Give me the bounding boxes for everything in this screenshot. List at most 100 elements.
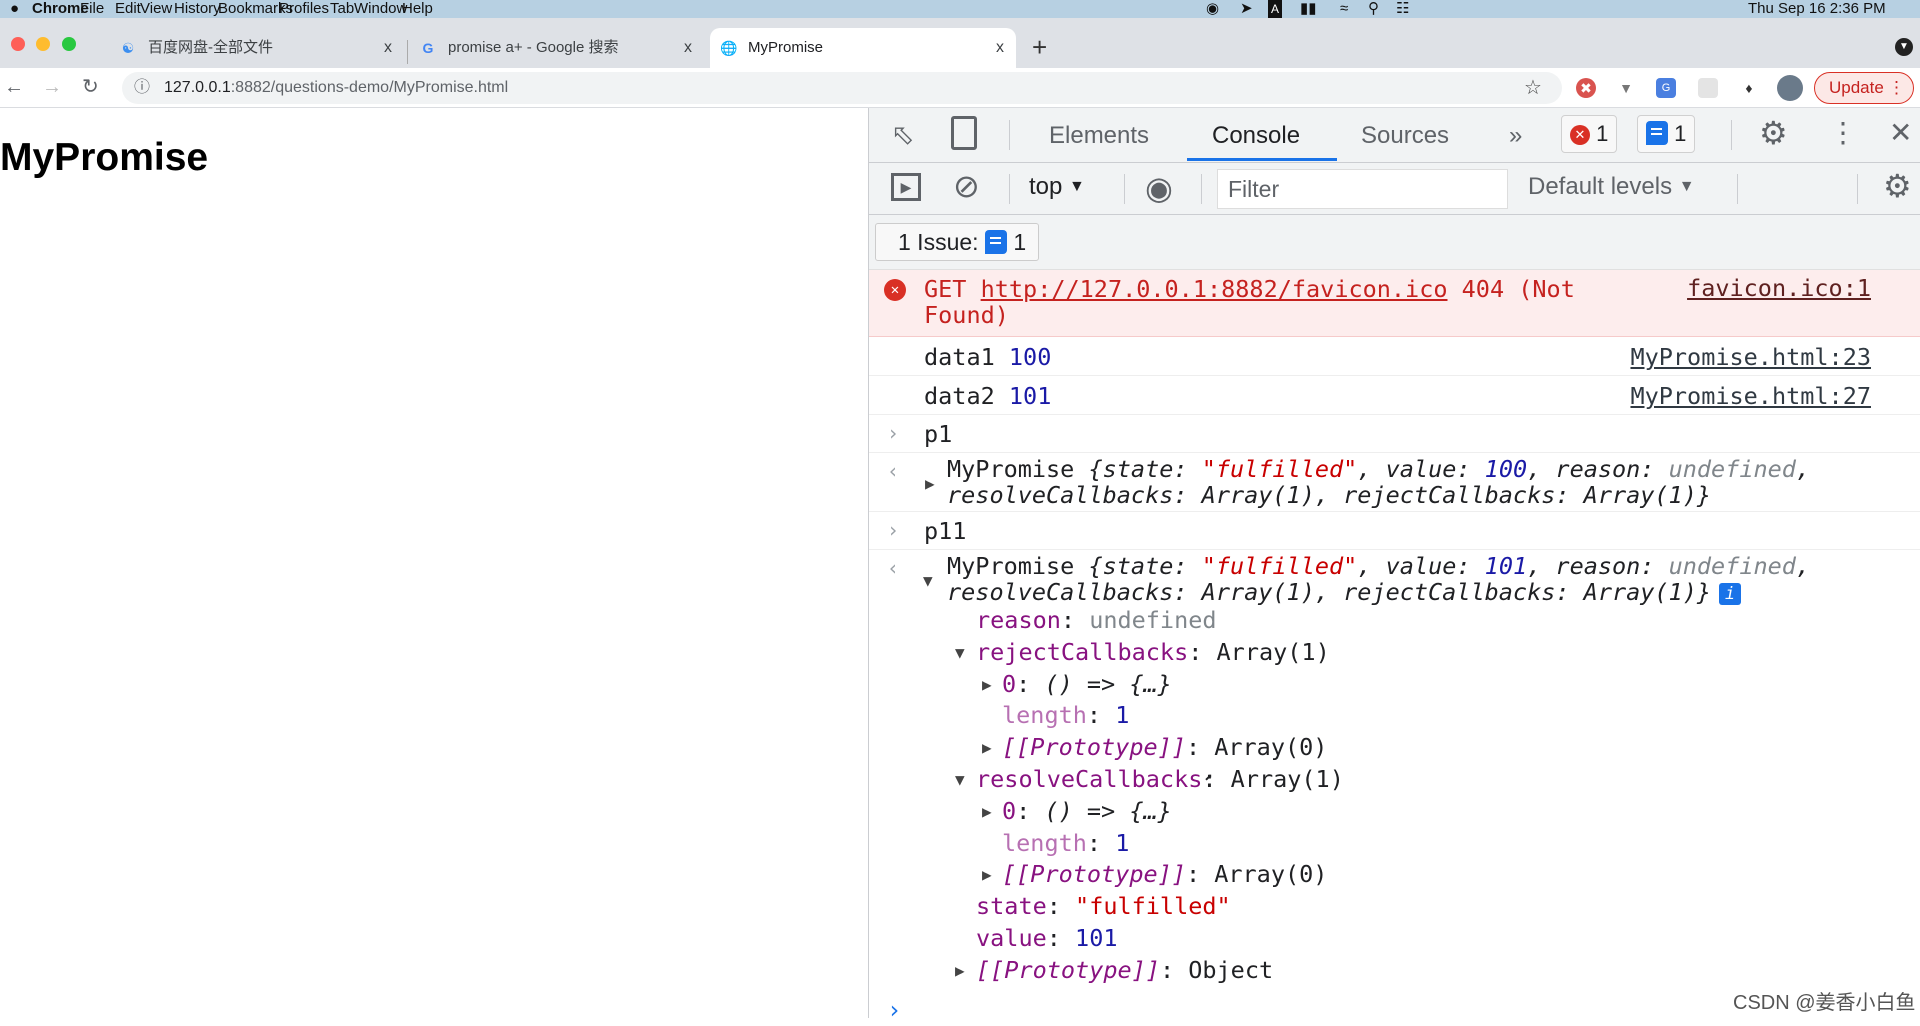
- battery-icon[interactable]: ▮▮: [1300, 0, 1317, 18]
- menu-history[interactable]: History: [174, 0, 221, 18]
- collapse-triangle-icon[interactable]: ▼: [923, 568, 933, 594]
- error-count-badge[interactable]: ✕ 1: [1561, 115, 1618, 153]
- extension-vue-icon[interactable]: ▼: [1616, 78, 1636, 98]
- more-menu-icon[interactable]: ⋮: [1888, 73, 1905, 103]
- collapse-triangle-icon[interactable]: ▼: [955, 764, 965, 796]
- expand-triangle-icon[interactable]: ▶: [982, 859, 992, 891]
- tab-console[interactable]: Console: [1212, 122, 1300, 150]
- apple-icon[interactable]: ●: [10, 0, 19, 18]
- input-chevron-icon: ›: [887, 518, 900, 542]
- expand-triangle-icon[interactable]: ▶: [955, 955, 965, 987]
- extension-translate-icon[interactable]: G: [1656, 78, 1676, 98]
- tree-row-state: state: "fulfilled": [976, 892, 1231, 921]
- tree-row-rejectCallbacks[interactable]: ▼ rejectCallbacks: Array(1): [869, 637, 1920, 669]
- menubar-clock[interactable]: Thu Sep 16 2:36 PM: [1748, 0, 1886, 18]
- tree-row-resolveCallbacks[interactable]: ▼ resolveCallbacks: ⬈ Array(1): [869, 764, 1920, 796]
- sidebar-toggle-icon[interactable]: ▶: [891, 173, 921, 201]
- extensions-puzzle-icon[interactable]: ♦: [1739, 78, 1759, 98]
- error-url-link[interactable]: http://127.0.0.1:8882/favicon.ico: [981, 275, 1448, 303]
- menu-file[interactable]: File: [80, 0, 104, 18]
- collapse-triangle-icon[interactable]: ▼: [955, 637, 965, 669]
- tab-elements[interactable]: Elements: [1049, 122, 1149, 150]
- filter-input[interactable]: Filter: [1217, 169, 1508, 209]
- back-button[interactable]: ←: [4, 74, 24, 100]
- prop-key: [[Prototype]]: [1002, 733, 1186, 762]
- more-options-icon[interactable]: ⋮: [1829, 116, 1857, 149]
- input-method-icon[interactable]: A: [1268, 0, 1283, 18]
- expand-triangle-icon[interactable]: ▶: [982, 669, 992, 701]
- close-tab-button[interactable]: x: [996, 28, 1004, 68]
- spotlight-icon[interactable]: ⚲: [1368, 0, 1379, 18]
- issues-button[interactable]: 1 Issue: 1: [875, 223, 1040, 261]
- settings-gear-icon[interactable]: ⚙: [1759, 114, 1788, 152]
- menu-edit[interactable]: Edit: [115, 0, 141, 18]
- message-icon: [984, 230, 1007, 254]
- divider: [1201, 174, 1202, 204]
- error-source-link[interactable]: favicon.ico:1: [1687, 275, 1871, 301]
- close-tab-button[interactable]: x: [384, 28, 392, 68]
- console-result-row-expanded[interactable]: ‹ ▼ MyPromise {state: "fulfilled", value…: [869, 550, 1920, 605]
- message-icon: [1646, 121, 1668, 145]
- menu-view[interactable]: View: [140, 0, 172, 18]
- close-window-button[interactable]: [11, 37, 25, 51]
- menu-profiles[interactable]: Profiles: [279, 0, 329, 18]
- new-tab-button[interactable]: +: [1032, 32, 1047, 62]
- site-info-icon[interactable]: ⓘ: [134, 72, 150, 104]
- tree-row-prototype[interactable]: ▶ [[Prototype]]: Array(0): [869, 732, 1920, 764]
- tree-row-reason: reason: undefined: [976, 606, 1217, 634]
- log-levels-dropdown[interactable]: Default levels ▼: [1528, 173, 1695, 201]
- zoom-window-button[interactable]: [62, 37, 76, 51]
- bookmark-star-icon[interactable]: ☆: [1524, 72, 1542, 104]
- more-tabs-button[interactable]: »: [1509, 122, 1522, 150]
- issues-count-badge[interactable]: 1: [1637, 115, 1696, 153]
- inspect-element-icon[interactable]: ⬁: [891, 118, 914, 151]
- expand-triangle-icon[interactable]: ▶: [982, 732, 992, 764]
- menu-window[interactable]: Window: [354, 0, 407, 18]
- tree-row-item0[interactable]: ▶ 0: () => {…}: [869, 796, 1920, 828]
- menu-tab[interactable]: Tab: [330, 0, 354, 18]
- record-icon[interactable]: ◉: [1206, 0, 1219, 18]
- console-settings-gear-icon[interactable]: ⚙: [1883, 167, 1912, 205]
- expand-triangle-icon[interactable]: ▶: [925, 471, 935, 497]
- tab-mypromise[interactable]: 🌐 MyPromise x: [710, 28, 1016, 68]
- device-toolbar-icon[interactable]: [951, 116, 977, 150]
- context-selector[interactable]: top ▼: [1029, 173, 1085, 201]
- error-method: GET: [924, 275, 967, 303]
- expand-triangle-icon[interactable]: ▶: [982, 796, 992, 828]
- tab-google[interactable]: G promise a+ - Google 搜索 x: [410, 28, 704, 68]
- control-center-icon[interactable]: ☷: [1396, 0, 1409, 18]
- browser-toolbar: ← → ↻ ⓘ 127.0.0.1:8882/questions-demo/My…: [0, 68, 1920, 108]
- prop-value: () => {…}: [1044, 669, 1172, 698]
- devtools-tabbar: ⬁ Elements Console Sources » ✕ 1 1 ⚙ ⋮ ✕: [869, 108, 1920, 163]
- tab-sources[interactable]: Sources: [1361, 122, 1449, 150]
- tree-row-item0[interactable]: ▶ 0: () => {…}: [869, 669, 1920, 701]
- issues-count: 1: [1013, 229, 1027, 255]
- tab-baidu[interactable]: ☯ 百度网盘-全部文件 x: [110, 28, 404, 68]
- log-value: 100: [1008, 343, 1052, 371]
- info-badge-icon[interactable]: i: [1719, 583, 1742, 605]
- extension-red-icon[interactable]: ✖: [1576, 78, 1596, 98]
- close-devtools-icon[interactable]: ✕: [1889, 116, 1912, 149]
- live-expression-eye-icon[interactable]: ◉: [1145, 169, 1173, 207]
- reload-button[interactable]: ↻: [82, 74, 99, 100]
- menu-help[interactable]: Help: [402, 0, 433, 18]
- extension-grey-icon[interactable]: [1698, 78, 1718, 98]
- tab-search-icon[interactable]: ▼: [1895, 38, 1913, 56]
- watermark: CSDN @姜香小白鱼: [1733, 992, 1916, 1014]
- prop-value: 1: [1115, 701, 1130, 730]
- address-bar[interactable]: ⓘ 127.0.0.1:8882/questions-demo/MyPromis…: [122, 72, 1562, 104]
- log-source-link[interactable]: MyPromise.html:23: [1630, 344, 1871, 370]
- tree-row-prototype-object[interactable]: ▶ [[Prototype]]: Object: [869, 955, 1920, 987]
- wifi-icon[interactable]: ≈: [1340, 0, 1348, 18]
- paper-plane-icon[interactable]: ➤: [1240, 0, 1253, 18]
- profile-avatar[interactable]: [1777, 75, 1803, 101]
- update-button[interactable]: Update ⋮: [1814, 72, 1914, 104]
- close-tab-button[interactable]: x: [684, 28, 692, 68]
- tree-row-prototype[interactable]: ▶ [[Prototype]]: Array(0): [869, 859, 1920, 891]
- object-class: MyPromise: [947, 455, 1075, 483]
- forward-button[interactable]: →: [42, 74, 62, 100]
- console-result-row[interactable]: ‹ ▶ MyPromise {state: "fulfilled", value…: [869, 453, 1920, 512]
- clear-console-icon[interactable]: ⊘: [953, 167, 980, 205]
- minimize-window-button[interactable]: [36, 37, 50, 51]
- log-source-link[interactable]: MyPromise.html:27: [1630, 383, 1871, 409]
